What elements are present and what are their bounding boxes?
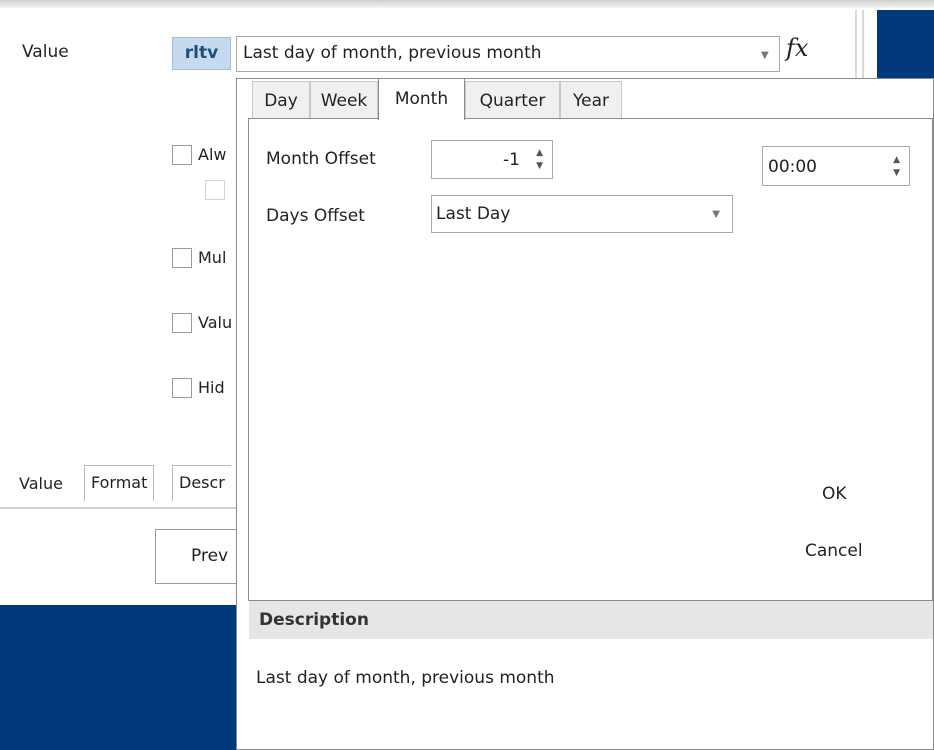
tab-description[interactable]: Descr <box>172 465 231 501</box>
tab-month[interactable]: Month <box>378 78 465 120</box>
description-text: Last day of month, previous month <box>256 668 555 688</box>
spin-up-icon[interactable]: ▲ <box>893 156 900 165</box>
time-spinner[interactable]: 00:00 ▲ ▼ <box>762 146 910 186</box>
value-combobox-text: Last day of month, previous month <box>243 43 542 63</box>
month-offset-value: -1 <box>503 150 520 170</box>
sub-option-checkbox[interactable] <box>205 180 225 200</box>
values-checkbox-label: Valu <box>198 313 233 332</box>
description-header: Description <box>249 601 933 639</box>
value-combobox[interactable]: Last day of month, previous month ▼ <box>236 36 780 72</box>
hide-checkbox[interactable] <box>172 378 192 398</box>
tab-day[interactable]: Day <box>252 81 310 119</box>
tab-strip-border <box>0 507 248 509</box>
spin-down-icon[interactable]: ▼ <box>536 162 543 171</box>
spin-down-icon[interactable]: ▼ <box>893 169 900 178</box>
tab-quarter[interactable]: Quarter <box>465 81 560 119</box>
tab-week[interactable]: Week <box>310 81 378 119</box>
values-checkbox[interactable] <box>172 313 192 333</box>
month-tab-panel <box>248 118 933 601</box>
formula-button[interactable]: fx <box>786 34 808 62</box>
days-offset-label: Days Offset <box>266 206 365 226</box>
chevron-down-icon[interactable]: ▼ <box>712 209 720 220</box>
value-label: Value <box>22 42 69 62</box>
tab-year[interactable]: Year <box>560 81 622 119</box>
tab-format[interactable]: Format <box>84 465 155 501</box>
tab-value[interactable]: Value <box>13 467 69 501</box>
multi-checkbox-label: Mul <box>198 248 227 267</box>
time-value: 00:00 <box>768 157 817 177</box>
cancel-button[interactable]: Cancel <box>805 541 863 561</box>
spin-up-icon[interactable]: ▲ <box>536 149 543 158</box>
days-offset-value: Last Day <box>436 204 511 224</box>
relative-mode-button[interactable]: rltv <box>172 37 231 70</box>
always-checkbox[interactable] <box>172 145 192 165</box>
month-offset-label: Month Offset <box>266 149 376 169</box>
days-offset-combobox[interactable]: Last Day ▼ <box>431 195 733 233</box>
window-top-edge <box>0 0 934 8</box>
ok-button[interactable]: OK <box>822 484 847 504</box>
chevron-down-icon[interactable]: ▼ <box>761 50 769 61</box>
multi-checkbox[interactable] <box>172 248 192 268</box>
always-checkbox-label: Alw <box>198 145 227 164</box>
month-offset-spinner[interactable]: -1 ▲ ▼ <box>431 140 553 179</box>
hide-checkbox-label: Hid <box>198 378 225 397</box>
